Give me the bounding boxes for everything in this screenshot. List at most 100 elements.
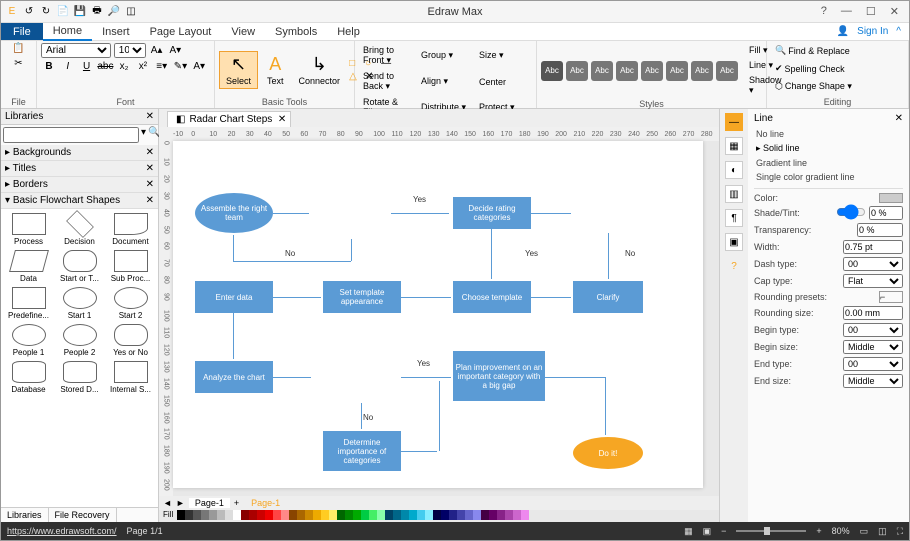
- shape-decision[interactable]: Decision: [54, 211, 105, 248]
- palette-swatch[interactable]: [353, 510, 361, 520]
- palette-swatch[interactable]: [329, 510, 337, 520]
- zoom-out-button[interactable]: −: [721, 526, 726, 536]
- tab-insert[interactable]: Insert: [92, 24, 140, 40]
- node-n3[interactable]: Decide rating categories: [453, 197, 531, 229]
- connector-arrow[interactable]: [401, 297, 451, 298]
- fit-width-button[interactable]: ◫: [878, 526, 887, 537]
- connector-arrow[interactable]: [391, 213, 449, 214]
- style-swatch[interactable]: Abc: [691, 61, 713, 81]
- drawing-canvas[interactable]: Assemble the right team Do team members r…: [173, 141, 703, 488]
- lp-tab-para[interactable]: ¶: [725, 209, 743, 227]
- tab-page-layout[interactable]: Page Layout: [140, 24, 222, 40]
- bring-front-button[interactable]: Bring to Front ▾: [359, 43, 416, 68]
- node-n9[interactable]: Analyze the chart: [195, 361, 273, 393]
- line-style-solid[interactable]: ▸ Solid line: [754, 141, 903, 156]
- tab-symbols[interactable]: Symbols: [265, 24, 327, 40]
- rounding-input[interactable]: [843, 306, 903, 320]
- palette-swatch[interactable]: [225, 510, 233, 520]
- shape-people-1[interactable]: People 1: [3, 322, 54, 359]
- tab-home[interactable]: Home: [43, 23, 92, 41]
- maximize-button[interactable]: ☐: [866, 5, 876, 18]
- font-size-select[interactable]: 10: [114, 43, 146, 58]
- line-style-single-gradient[interactable]: Single color gradient line: [754, 170, 903, 184]
- line-style-none[interactable]: No line: [754, 127, 903, 141]
- subscript-button[interactable]: x₂: [116, 61, 132, 75]
- node-n1[interactable]: Assemble the right team: [195, 193, 273, 233]
- palette-swatch[interactable]: [481, 510, 489, 520]
- change-shape-button[interactable]: ⬡ Change Shape ▾: [771, 79, 856, 94]
- connector-arrow[interactable]: [361, 403, 362, 429]
- palette-swatch[interactable]: [393, 510, 401, 520]
- palette-swatch[interactable]: [409, 510, 417, 520]
- node-n5[interactable]: Enter data: [195, 281, 273, 313]
- palette-swatch[interactable]: [249, 510, 257, 520]
- palette-swatch[interactable]: [209, 510, 217, 520]
- send-back-button[interactable]: Send to Back ▾: [359, 69, 416, 94]
- strike-button[interactable]: abc: [97, 61, 113, 75]
- highlight-button[interactable]: ✎▾: [172, 61, 188, 75]
- page-next-button[interactable]: ►: [176, 498, 185, 508]
- shape-data[interactable]: Data: [3, 248, 54, 285]
- palette-swatch[interactable]: [385, 510, 393, 520]
- node-n6[interactable]: Set template appearance: [323, 281, 401, 313]
- spell-check-button[interactable]: ✔ Spelling Check: [771, 61, 849, 76]
- palette-swatch[interactable]: [265, 510, 273, 520]
- palette-swatch[interactable]: [441, 510, 449, 520]
- palette-swatch[interactable]: [313, 510, 321, 520]
- zoom-slider[interactable]: [736, 530, 806, 532]
- close-button[interactable]: ✕: [890, 5, 899, 18]
- shape-document[interactable]: Document: [105, 211, 156, 248]
- font-decrease-button[interactable]: A▾: [167, 45, 183, 59]
- connector-arrow[interactable]: [233, 261, 351, 262]
- lib-cat-backgrounds[interactable]: ▸ Backgrounds✕: [1, 145, 158, 161]
- palette-swatch[interactable]: [417, 510, 425, 520]
- shape-sub-proc-[interactable]: Sub Proc...: [105, 248, 156, 285]
- shape-internal-s-[interactable]: Internal S...: [105, 359, 156, 396]
- new-button[interactable]: 📄: [56, 5, 70, 19]
- palette-swatch[interactable]: [273, 510, 281, 520]
- zoom-in-button[interactable]: +: [816, 526, 821, 536]
- palette-swatch[interactable]: [297, 510, 305, 520]
- ribbon-collapse-button[interactable]: ^: [896, 26, 901, 37]
- connector-arrow[interactable]: [273, 213, 309, 214]
- cap-select[interactable]: Flat: [843, 274, 903, 288]
- node-n2[interactable]: Do team members represent many views?: [313, 187, 391, 239]
- superscript-button[interactable]: x²: [135, 61, 151, 75]
- qat-more-button[interactable]: ◫: [124, 5, 138, 19]
- lib-tab-recovery[interactable]: File Recovery: [49, 508, 117, 522]
- transparency-input[interactable]: [857, 223, 903, 237]
- dash-select[interactable]: 00: [843, 257, 903, 271]
- palette-swatch[interactable]: [193, 510, 201, 520]
- style-swatch[interactable]: Abc: [641, 61, 663, 81]
- align-button[interactable]: Align ▾: [417, 74, 474, 89]
- connector-arrow[interactable]: [531, 297, 571, 298]
- node-n12[interactable]: Determine importance of categories: [323, 431, 401, 471]
- font-increase-button[interactable]: A▴: [149, 45, 165, 59]
- style-swatch[interactable]: Abc: [591, 61, 613, 81]
- palette-swatch[interactable]: [185, 510, 193, 520]
- palette-swatch[interactable]: [321, 510, 329, 520]
- bullets-button[interactable]: ≡▾: [154, 61, 170, 75]
- palette-swatch[interactable]: [337, 510, 345, 520]
- line-color-picker[interactable]: [879, 193, 903, 203]
- palette-swatch[interactable]: [433, 510, 441, 520]
- copy-button[interactable]: ✂: [14, 58, 22, 69]
- minimize-button[interactable]: —: [841, 5, 852, 18]
- library-close-button[interactable]: ✕: [146, 111, 154, 122]
- node-n10[interactable]: Is the most important category known?: [313, 351, 401, 403]
- connector-arrow[interactable]: [439, 381, 440, 451]
- style-swatch[interactable]: Abc: [541, 61, 563, 81]
- connector-arrow[interactable]: [531, 213, 571, 214]
- select-tool[interactable]: ↖Select: [219, 51, 258, 89]
- palette-swatch[interactable]: [489, 510, 497, 520]
- connector-arrow[interactable]: [545, 377, 605, 378]
- page-current[interactable]: Page-1: [189, 498, 230, 508]
- shade-slider[interactable]: [836, 208, 866, 216]
- lp-tab-help[interactable]: ?: [725, 257, 743, 275]
- palette-swatch[interactable]: [361, 510, 369, 520]
- font-family-select[interactable]: Arial: [41, 43, 111, 58]
- view-outline-button[interactable]: ▣: [703, 526, 712, 537]
- palette-swatch[interactable]: [521, 510, 529, 520]
- connector-arrow[interactable]: [273, 297, 321, 298]
- fit-page-button[interactable]: ▭: [860, 526, 869, 537]
